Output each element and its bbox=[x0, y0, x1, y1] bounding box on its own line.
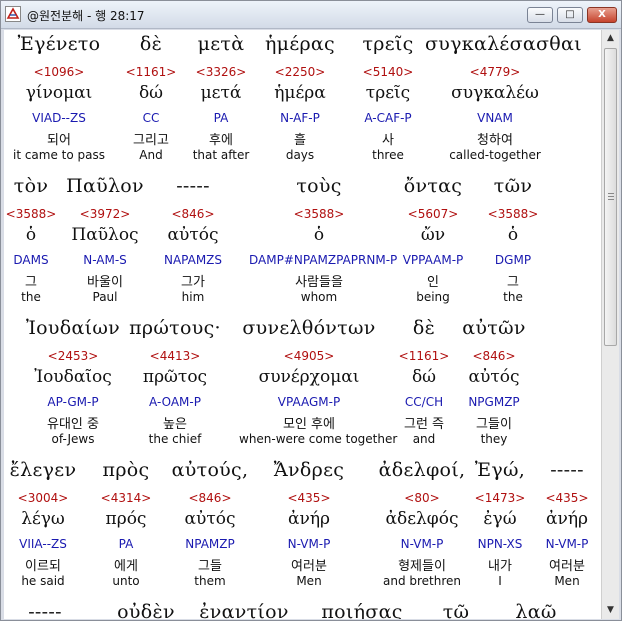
title-bar[interactable]: @원전분해 - 행 28:17 — □ X bbox=[1, 1, 621, 29]
app-window: @원전분해 - 행 28:17 — □ X Ἐγένετο <1096> γίνομ… bbox=[0, 0, 622, 621]
scroll-up-arrow-icon[interactable]: ▲ bbox=[603, 31, 618, 45]
word-parse[interactable]: NPGMZP bbox=[424, 395, 564, 409]
minimize-button[interactable]: — bbox=[527, 7, 553, 23]
word-parse[interactable]: NAPAMZS bbox=[123, 253, 263, 267]
close-button[interactable]: X bbox=[587, 7, 617, 23]
minimize-icon: — bbox=[535, 9, 545, 20]
word-english[interactable]: Men bbox=[497, 574, 601, 588]
close-icon: X bbox=[598, 9, 606, 20]
word-strong[interactable]: <3588> bbox=[443, 207, 583, 221]
app-logo-icon bbox=[5, 6, 21, 22]
word-english[interactable]: him bbox=[123, 290, 263, 304]
word-lemma[interactable]: αὐτός bbox=[424, 367, 564, 387]
word-greek[interactable]: αὐτῶν bbox=[424, 317, 564, 339]
word-english[interactable]: the chief bbox=[105, 432, 245, 446]
word-greek[interactable]: πρώτους· bbox=[105, 317, 245, 339]
vertical-scrollbar[interactable]: ▲ ▼ bbox=[601, 30, 619, 619]
maximize-icon: □ bbox=[565, 9, 575, 20]
scroll-down-arrow-icon[interactable]: ▼ bbox=[603, 603, 618, 617]
word-lemma[interactable]: αὐτός bbox=[123, 225, 263, 245]
word-greek[interactable]: ----- bbox=[497, 459, 601, 481]
word-english[interactable]: the bbox=[443, 290, 583, 304]
word-korean[interactable]: 여러분 bbox=[497, 555, 601, 574]
word-lemma[interactable]: ὁ bbox=[443, 225, 583, 245]
word-lemma[interactable]: ἀνήρ bbox=[497, 509, 601, 529]
word-strong[interactable]: <4413> bbox=[105, 349, 245, 363]
word-korean[interactable]: 그 bbox=[443, 271, 583, 290]
word-parse[interactable]: N-VM-P bbox=[497, 537, 601, 551]
maximize-button[interactable]: □ bbox=[557, 7, 583, 23]
word-english[interactable]: they bbox=[424, 432, 564, 446]
word-strong[interactable]: <846> bbox=[123, 207, 263, 221]
word-greek[interactable]: τῶν bbox=[443, 175, 583, 197]
window-title: @원전분해 - 행 28:17 bbox=[27, 9, 145, 23]
word-parse[interactable]: A-OAM-P bbox=[105, 395, 245, 409]
interlinear-view[interactable]: Ἐγένετο <1096> γίνομαι VIAD--ZS 되어 it came to… bbox=[4, 30, 601, 619]
word-korean[interactable]: 높은 bbox=[105, 413, 245, 432]
word-parse[interactable]: VNAM bbox=[425, 111, 565, 125]
scrollbar-thumb[interactable] bbox=[604, 48, 617, 346]
word-korean[interactable]: 청하여 bbox=[425, 129, 565, 148]
word-korean[interactable]: 그가 bbox=[123, 271, 263, 290]
word-lemma[interactable]: συγκαλέω bbox=[425, 83, 565, 103]
word-strong[interactable]: <435> bbox=[497, 491, 601, 505]
word-strong[interactable]: <4779> bbox=[425, 65, 565, 79]
word-korean[interactable]: 그들이 bbox=[424, 413, 564, 432]
word-lemma[interactable]: πρῶτος bbox=[105, 367, 245, 387]
word-greek[interactable]: ----- bbox=[123, 175, 263, 197]
word-strong[interactable]: <846> bbox=[424, 349, 564, 363]
word-greek[interactable]: συγκαλέσασθαι bbox=[425, 33, 582, 55]
word-english[interactable]: called-together bbox=[425, 148, 565, 162]
word-parse[interactable]: DGMP bbox=[443, 253, 583, 267]
word-greek[interactable]: λαῷ bbox=[466, 601, 601, 619]
